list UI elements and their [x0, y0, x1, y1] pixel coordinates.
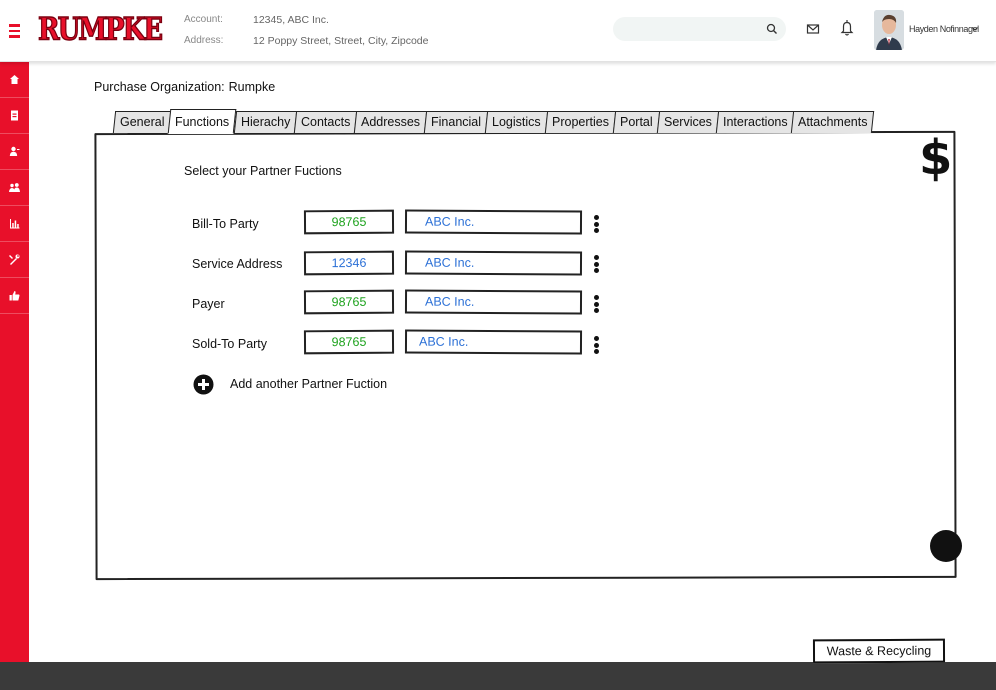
purchase-organization: Purchase Organization: Rumpke [94, 80, 275, 94]
waste-recycling-button[interactable]: Waste & Recycling [812, 638, 946, 664]
currency-dollar-icon[interactable]: $ [919, 130, 952, 186]
tab-attachments[interactable]: Attachments [791, 111, 875, 133]
bar-chart-icon [10, 219, 20, 229]
more-options-icon[interactable] [590, 334, 602, 356]
tab-functions[interactable]: Functions [168, 109, 238, 134]
hamburger-menu-icon[interactable] [0, 0, 29, 62]
team-icon [9, 183, 20, 192]
more-options-icon[interactable] [590, 293, 602, 315]
partner-function-label: Payer [192, 297, 225, 311]
mail-icon[interactable] [806, 22, 820, 36]
search-icon[interactable] [765, 22, 779, 36]
sidebar-item-team[interactable] [0, 170, 29, 206]
sidebar-item-feedback[interactable] [0, 278, 29, 314]
search-input[interactable] [613, 17, 786, 41]
partner-function-label: Bill-To Party [192, 217, 259, 231]
thumbs-up-icon [9, 291, 20, 301]
partner-code-field[interactable]: 98765 [303, 289, 395, 315]
tab-contacts[interactable]: Contacts [293, 111, 358, 133]
sidebar-item-reports[interactable] [0, 206, 29, 242]
sidebar-item-document[interactable] [0, 98, 29, 134]
sidebar [0, 62, 29, 662]
user-name[interactable]: Hayden Nofinnagel [909, 24, 979, 34]
floating-action-button[interactable] [930, 530, 962, 562]
add-partner-function-link[interactable]: Add another Partner Fuction [230, 377, 387, 391]
tab-bar: General Functions Hierachy Contacts Addr… [112, 108, 875, 134]
address-label: Address: [184, 35, 224, 46]
partner-code-field[interactable]: 98765 [303, 209, 395, 235]
tab-hierachy[interactable]: Hierachy [233, 111, 298, 133]
partner-name-field[interactable]: ABC Inc. [404, 209, 583, 235]
add-circle-icon[interactable] [193, 374, 214, 395]
tab-services[interactable]: Services [656, 111, 719, 133]
footer-bar [0, 662, 996, 690]
more-options-icon[interactable] [590, 253, 602, 275]
rumpke-logo[interactable]: RUMPKE [37, 11, 163, 48]
user-icon [9, 146, 20, 156]
avatar[interactable] [874, 10, 904, 50]
chevron-down-icon[interactable] [971, 25, 979, 33]
sidebar-item-home[interactable] [0, 62, 29, 98]
address-value: 12 Poppy Street, Street, City, Zipcode [253, 35, 429, 47]
section-title: Select your Partner Fuctions [184, 164, 342, 178]
tab-portal[interactable]: Portal [612, 111, 660, 133]
org-label: Purchase Organization: [94, 80, 225, 94]
document-icon [11, 110, 18, 121]
tools-icon [9, 254, 20, 265]
bell-icon[interactable] [839, 18, 855, 38]
account-label: Account: [184, 14, 223, 25]
tab-general[interactable]: General [112, 111, 172, 133]
partner-name-field[interactable]: ABC Inc. [404, 250, 583, 276]
account-value: 12345, ABC Inc. [253, 14, 329, 26]
tab-logistics[interactable]: Logistics [485, 111, 549, 133]
tab-interactions[interactable]: Interactions [715, 111, 795, 133]
sidebar-item-user[interactable] [0, 134, 29, 170]
functions-panel [94, 130, 957, 581]
home-icon [10, 75, 19, 84]
tab-financial[interactable]: Financial [424, 111, 489, 133]
more-options-icon[interactable] [590, 213, 602, 235]
partner-function-label: Sold-To Party [192, 337, 268, 351]
org-value: Rumpke [228, 80, 276, 94]
partner-code-field[interactable]: 12346 [303, 250, 395, 276]
app-header: RUMPKE Account: 12345, ABC Inc. Address:… [0, 0, 996, 62]
partner-name-field[interactable]: ABC Inc. [404, 329, 583, 355]
partner-code-field[interactable]: 98765 [303, 329, 395, 355]
partner-function-label: Service Address [192, 257, 283, 271]
partner-name-field[interactable]: ABC Inc. [404, 289, 583, 315]
sidebar-item-tools[interactable] [0, 242, 29, 278]
tab-properties[interactable]: Properties [544, 111, 617, 133]
tab-addresses[interactable]: Addresses [354, 111, 428, 133]
